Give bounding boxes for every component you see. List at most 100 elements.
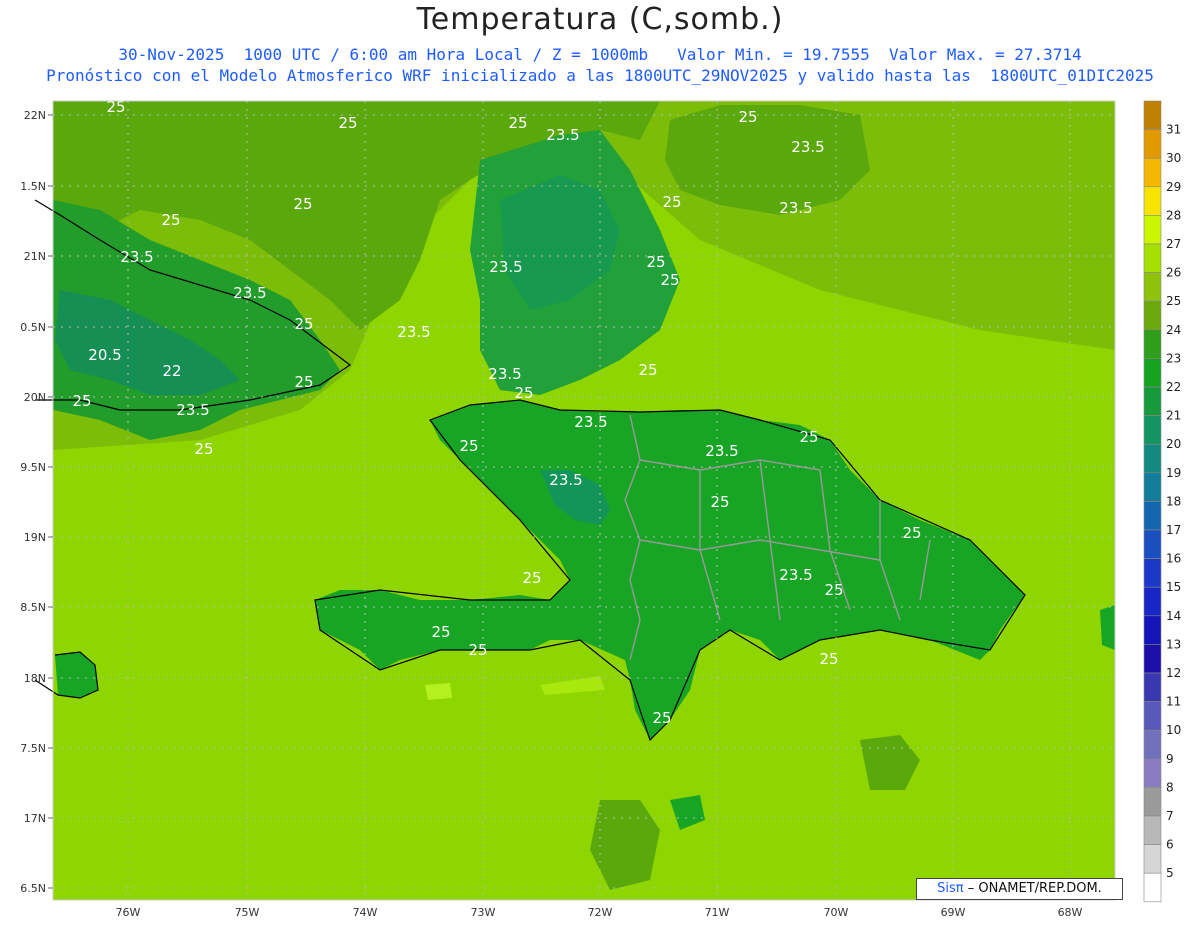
colorbar: 31 30 29 28 27 26 25 24 23 22 21 20 19 18 17 16 15 14 13 12… [1143, 100, 1181, 903]
colorbar-swatch [1143, 386, 1162, 416]
contour-label: 25 [294, 315, 313, 333]
colorbar-swatch [1143, 872, 1162, 903]
longitude-label: 71W [705, 906, 730, 919]
sispi-logo: Sisπ [937, 881, 964, 896]
contour-label: 23.5 [549, 471, 582, 489]
credit-box: Sisπ – ONAMET/REP.DOM. [916, 878, 1123, 900]
contour-label: 25 [338, 114, 357, 132]
longitude-axis: 76W 75W 74W 73W 72W 71W 70W 69W 68W [116, 906, 1083, 919]
colorbar-label: 11 [1166, 695, 1181, 709]
contour-label: 23.5 [546, 126, 579, 144]
colorbar-label: 23 [1166, 351, 1181, 365]
colorbar-label: 29 [1166, 180, 1181, 194]
longitude-label: 68W [1058, 906, 1083, 919]
colorbar-label: 16 [1166, 552, 1181, 566]
colorbar-label: 12 [1166, 666, 1181, 680]
contour-label: 25 [638, 361, 657, 379]
colorbar-swatch [1143, 787, 1162, 817]
colorbar-swatch [1143, 672, 1162, 702]
contour-label: 25 [294, 373, 313, 391]
contour-label: 25 [468, 641, 487, 659]
colorbar-label: 14 [1166, 609, 1181, 623]
longitude-label: 70W [824, 906, 849, 919]
contour-label: 23.5 [488, 365, 521, 383]
contour-label: 25 [652, 709, 671, 727]
latitude-label: 20N [24, 391, 46, 404]
colorbar-label: 8 [1166, 780, 1174, 794]
contour-label: 25 [902, 524, 921, 542]
longitude-label: 76W [116, 906, 141, 919]
colorbar-swatch [1143, 758, 1162, 788]
colorbar-swatch [1143, 358, 1162, 388]
colorbar-label: 9 [1166, 752, 1174, 766]
colorbar-label: 20 [1166, 437, 1181, 451]
colorbar-swatch [1143, 844, 1162, 874]
contour-label: 23.5 [791, 138, 824, 156]
colorbar-swatch [1143, 815, 1162, 845]
colorbar-label: 19 [1166, 466, 1181, 480]
colorbar-label: 17 [1166, 523, 1181, 537]
colorbar-label: 10 [1166, 723, 1181, 737]
warm-patch-1 [425, 683, 452, 700]
colorbar-swatch [1143, 415, 1162, 445]
contour-label: 25 [194, 440, 213, 458]
longitude-label: 69W [941, 906, 966, 919]
colorbar-swatch [1143, 501, 1162, 531]
colorbar-label: 15 [1166, 580, 1181, 594]
islet-e [1100, 605, 1115, 650]
latitude-label: 17N [24, 812, 46, 825]
contour-label: 25 [662, 193, 681, 211]
latitude-label: 0.5N [20, 321, 46, 334]
latitude-label: 19N [24, 531, 46, 544]
colorbar-label: 31 [1166, 123, 1181, 137]
contour-label: 25 [514, 384, 533, 402]
colorbar-swatch [1143, 329, 1162, 359]
credit-text: – ONAMET/REP.DOM. [967, 881, 1102, 896]
contour-label: 23.5 [176, 401, 209, 419]
colorbar-label: 13 [1166, 637, 1181, 651]
contour-label: 25 [646, 253, 665, 271]
colorbar-label: 27 [1166, 237, 1181, 251]
latitude-label: 9.5N [20, 461, 46, 474]
colorbar-swatch [1143, 586, 1162, 617]
contour-label: 20.5 [88, 346, 121, 364]
contour-label: 23.5 [574, 413, 607, 431]
contour-label: 25 [799, 428, 818, 446]
colorbar-swatch [1143, 100, 1162, 130]
latitude-label: 8.5N [20, 601, 46, 614]
contour-label: 23.5 [779, 566, 812, 584]
latitude-label: 7.5N [20, 742, 46, 755]
colorbar-label: 18 [1166, 494, 1181, 508]
colorbar-swatch [1143, 558, 1162, 588]
colorbar-swatch [1143, 186, 1162, 216]
colorbar-swatch [1143, 129, 1162, 159]
colorbar-label: 30 [1166, 151, 1181, 165]
contour-label: 23.5 [779, 199, 812, 217]
colorbar-swatch [1143, 729, 1162, 760]
contour-label: 25 [72, 392, 91, 410]
contour-label: 23.5 [120, 248, 153, 266]
longitude-label: 73W [471, 906, 496, 919]
longitude-label: 72W [588, 906, 613, 919]
temperature-map: 2525 2523.52523.525 25 23.52523.5 252520.522… [20, 98, 1181, 919]
colorbar-label: 5 [1166, 866, 1174, 880]
colorbar-swatch [1143, 701, 1162, 731]
longitude-label: 74W [353, 906, 378, 919]
contour-label: 25 [508, 114, 527, 132]
latitude-label: 6.5N [20, 882, 46, 895]
colorbar-swatch [1143, 272, 1162, 302]
colorbar-label: 28 [1166, 208, 1181, 222]
contour-label: 25 [660, 271, 679, 289]
contour-label: 22 [162, 362, 181, 380]
colorbar-swatch [1143, 644, 1162, 674]
contour-label: 25 [710, 493, 729, 511]
colorbar-label: 21 [1166, 409, 1181, 423]
colorbar-label: 25 [1166, 294, 1181, 308]
contour-label: 25 [819, 650, 838, 668]
colorbar-label: 6 [1166, 838, 1174, 852]
colorbar-swatch [1143, 157, 1162, 188]
colorbar-label: 22 [1166, 380, 1181, 394]
colorbar-label: 7 [1166, 809, 1174, 823]
latitude-label: 22N [24, 109, 46, 122]
colorbar-label: 26 [1166, 266, 1181, 280]
